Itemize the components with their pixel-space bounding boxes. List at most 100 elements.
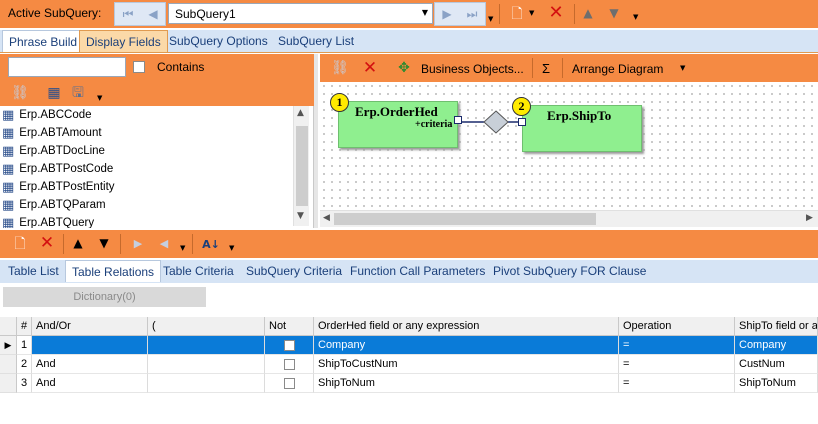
chevron-down-icon[interactable]: ▼ <box>422 9 428 17</box>
list-item[interactable]: ▦ Erp.ABTQuery <box>0 214 292 229</box>
grid-cell-field1[interactable]: ShipToNum <box>314 374 619 393</box>
list-item[interactable]: ▦ Erp.ABTDocLine <box>0 142 292 160</box>
last-record-icon[interactable]: ⏭ <box>462 4 482 24</box>
new-dropdown-icon[interactable]: ▼ <box>529 10 534 17</box>
grid-cell-paren[interactable] <box>148 336 265 355</box>
tab-pivot-subquery[interactable]: Pivot SubQuery FOR Clause <box>487 260 652 282</box>
row-up-icon[interactable]: ▲ <box>68 233 88 253</box>
grid-view-icon[interactable]: ▦ <box>44 83 64 103</box>
arrange-diagram-button[interactable]: Arrange Diagram <box>572 62 663 76</box>
list-item[interactable]: ▦ Erp.ABTAmount <box>0 124 292 142</box>
scroll-thumb[interactable] <box>296 126 308 206</box>
grid-cell-field2[interactable]: Company <box>735 336 818 355</box>
grid-header-num[interactable]: # <box>17 317 32 336</box>
row-selector[interactable] <box>0 355 17 374</box>
grid-cell-not[interactable] <box>265 374 314 393</box>
business-objects-icon[interactable]: ✥ <box>394 58 414 78</box>
diagram-hscrollbar[interactable]: ◀ ▶ <box>320 210 818 227</box>
tab-phrase-build[interactable]: Phrase Build <box>2 30 85 52</box>
not-checkbox[interactable] <box>284 378 295 389</box>
business-objects-button[interactable]: Business Objects... <box>421 62 524 76</box>
outdent-icon[interactable]: ◀ <box>154 233 174 253</box>
grid-cell-paren[interactable] <box>148 374 265 393</box>
table-row[interactable]: 3 And ShipToNum = ShipToNum <box>0 374 818 393</box>
list-item[interactable]: ▦ Erp.ABCCode <box>0 106 292 124</box>
grid-cell-op[interactable]: = <box>619 374 735 393</box>
overflow-chevron-icon[interactable]: ▼ <box>488 16 493 23</box>
delete-icon[interactable]: ✕ <box>545 3 567 23</box>
grid-cell-field2[interactable]: CustNum <box>735 355 818 374</box>
tab-function-call-parameters[interactable]: Function Call Parameters <box>344 260 491 282</box>
grid-header-field2[interactable]: ShipTo field or a <box>735 317 818 336</box>
grid-cell-num[interactable]: 2 <box>17 355 32 374</box>
table-node-orderhed[interactable]: Erp.OrderHed +criteria <box>338 101 462 148</box>
tab-table-relations[interactable]: Table Relations <box>65 260 162 282</box>
dictionary-button[interactable]: Dictionary(0) <box>3 287 206 307</box>
sort-dropdown-icon[interactable]: ▼ <box>229 245 234 252</box>
row-down-icon[interactable]: ▼ <box>94 233 114 253</box>
table-row[interactable]: 2 And ShipToCustNum = CustNum <box>0 355 818 374</box>
tab-display-fields[interactable]: Display Fields <box>79 30 168 52</box>
move-up-icon[interactable]: ▲ <box>578 3 598 23</box>
tab-subquery-list[interactable]: SubQuery List <box>272 30 360 52</box>
overflow-chevron-icon-2[interactable]: ▼ <box>633 14 638 21</box>
contains-checkbox[interactable] <box>133 61 145 73</box>
move-down-icon[interactable]: ▼ <box>604 3 624 23</box>
save-icon[interactable]: 🖫 <box>68 83 88 103</box>
tab-table-list[interactable]: Table List <box>2 260 65 282</box>
arrange-dropdown-icon[interactable]: ▼ <box>680 65 685 72</box>
row-selector[interactable] <box>0 374 17 393</box>
grid-header-operation[interactable]: Operation <box>619 317 735 336</box>
grid-cell-paren[interactable] <box>148 355 265 374</box>
grid-cell-field2[interactable]: ShipToNum <box>735 374 818 393</box>
diagram-link-icon[interactable]: ⛓ <box>330 58 350 78</box>
diagram-canvas[interactable]: Erp.OrderHed +criteria 1 Erp.ShipTo 2 ◀ … <box>320 82 818 228</box>
hscroll-thumb[interactable] <box>334 213 596 225</box>
grid-cell-andor[interactable]: And <box>32 374 148 393</box>
grid-cell-num[interactable]: 3 <box>17 374 32 393</box>
scroll-up-icon[interactable]: ▲ <box>297 109 304 118</box>
row-selector[interactable]: ▶ <box>0 336 17 355</box>
not-checkbox[interactable] <box>284 340 295 351</box>
bottom-overflow-icon[interactable]: ▼ <box>180 245 185 252</box>
grid-header-field1[interactable]: OrderHed field or any expression <box>314 317 619 336</box>
not-checkbox[interactable] <box>284 359 295 370</box>
table-row[interactable]: ▶ 1 Company = Company <box>0 336 818 355</box>
grid-cell-not[interactable] <box>265 355 314 374</box>
previous-record-icon[interactable]: ◀ <box>143 4 163 24</box>
grid-header-andor[interactable]: And/Or <box>32 317 148 336</box>
grid-header-not[interactable]: Not <box>265 317 314 336</box>
new-document-icon[interactable]: 🗋 <box>507 4 527 24</box>
grid-cell-field1[interactable]: Company <box>314 336 619 355</box>
scroll-left-icon[interactable]: ◀ <box>323 214 330 223</box>
link-icon[interactable]: ⛓ <box>10 83 30 103</box>
diagram-delete-icon[interactable]: ✕ <box>360 58 380 78</box>
table-node-shipto[interactable]: Erp.ShipTo <box>518 105 642 152</box>
tab-table-criteria[interactable]: Table Criteria <box>157 260 240 282</box>
grid-cell-andor[interactable]: And <box>32 355 148 374</box>
delete-relation-icon[interactable]: ✕ <box>36 233 58 253</box>
grid-cell-op[interactable]: = <box>619 355 735 374</box>
tab-subquery-criteria[interactable]: SubQuery Criteria <box>240 260 348 282</box>
sum-button[interactable]: Σ <box>542 61 550 76</box>
next-record-icon[interactable]: ▶ <box>437 4 457 24</box>
first-record-icon[interactable]: ⏮ <box>118 4 138 24</box>
table-search-input[interactable] <box>8 57 126 77</box>
add-relation-icon[interactable]: 🗋 <box>10 234 30 254</box>
grid-cell-op[interactable]: = <box>619 336 735 355</box>
grid-header-paren[interactable]: ( <box>148 317 265 336</box>
grid-cell-not[interactable] <box>265 336 314 355</box>
splitter[interactable] <box>314 54 318 228</box>
list-item[interactable]: ▦ Erp.ABTPostCode <box>0 160 292 178</box>
tab-subquery-options[interactable]: SubQuery Options <box>163 30 274 52</box>
grid-cell-field1[interactable]: ShipToCustNum <box>314 355 619 374</box>
list-item[interactable]: ▦ Erp.ABTPostEntity <box>0 178 292 196</box>
grid-cell-andor[interactable] <box>32 336 148 355</box>
list-item[interactable]: ▦ Erp.ABTQParam <box>0 196 292 214</box>
indent-icon[interactable]: ▶ <box>128 233 148 253</box>
grid-cell-num[interactable]: 1 <box>17 336 32 355</box>
sort-az-icon[interactable]: A↓ <box>200 234 222 254</box>
subquery-select[interactable]: SubQuery1 ▼ <box>168 3 433 24</box>
left-overflow-icon[interactable]: ▼ <box>97 95 102 102</box>
table-list-scrollbar[interactable]: ▲ ▼ <box>293 106 309 226</box>
